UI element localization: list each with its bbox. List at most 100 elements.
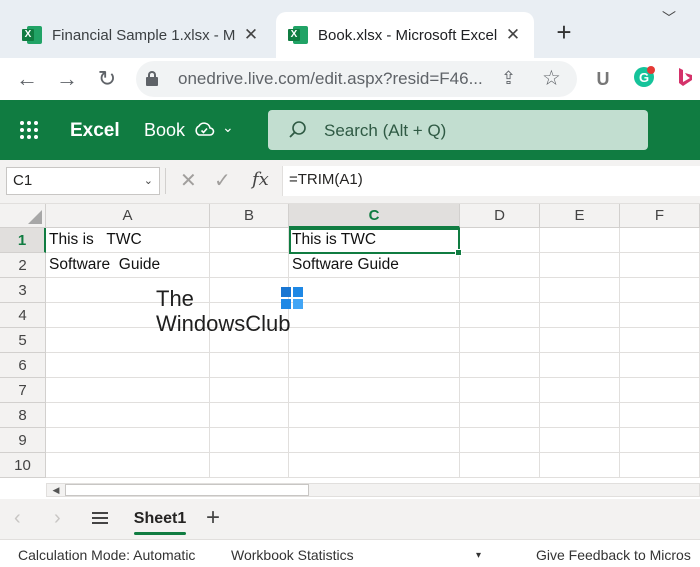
cell-c9[interactable] [289, 428, 460, 453]
cell-e7[interactable] [540, 378, 620, 403]
address-bar[interactable]: onedrive.live.com/edit.aspx?resid=F46...… [136, 61, 577, 97]
cell-a1[interactable]: This is TWC [46, 228, 210, 253]
row-header-7[interactable]: 7 [0, 378, 46, 403]
extension-u-icon[interactable]: U [590, 66, 616, 92]
cell-d5[interactable] [460, 328, 540, 353]
cell-a6[interactable] [46, 353, 210, 378]
cell-f2[interactable] [620, 253, 700, 278]
column-header-e[interactable]: E [540, 204, 620, 228]
previous-sheet-icon[interactable]: ‹ [14, 507, 21, 530]
scroll-left-icon[interactable]: ◀ [47, 484, 65, 496]
share-icon[interactable]: ⇪ [501, 68, 516, 89]
row-header-4[interactable]: 4 [0, 303, 46, 328]
sheet-tab-sheet1[interactable]: Sheet1 [124, 499, 196, 539]
cell-e9[interactable] [540, 428, 620, 453]
cell-e3[interactable] [540, 278, 620, 303]
cell-e10[interactable] [540, 453, 620, 478]
column-header-d[interactable]: D [460, 204, 540, 228]
grammarly-extension-icon[interactable]: G [631, 66, 657, 92]
cell-b7[interactable] [210, 378, 289, 403]
cell-f1[interactable] [620, 228, 700, 253]
cell-f5[interactable] [620, 328, 700, 353]
cell-c10[interactable] [289, 453, 460, 478]
close-tab-icon[interactable]: ✕ [504, 25, 522, 45]
back-arrow-icon[interactable]: ← [12, 64, 42, 94]
app-launcher-icon[interactable] [20, 121, 38, 139]
row-header-2[interactable]: 2 [0, 253, 46, 278]
formula-input[interactable]: =TRIM(A1) [282, 166, 700, 196]
cell-b6[interactable] [210, 353, 289, 378]
cell-c2[interactable]: Software Guide [289, 253, 460, 278]
close-tab-icon[interactable]: ✕ [242, 25, 260, 45]
cell-c8[interactable] [289, 403, 460, 428]
new-tab-button[interactable]: + [552, 18, 576, 46]
row-header-1[interactable]: 1 [0, 228, 46, 253]
workbook-title[interactable]: Book [144, 120, 185, 141]
insert-function-icon[interactable]: fx [252, 169, 269, 190]
add-sheet-button[interactable]: + [206, 504, 220, 532]
tab-search-chevron-icon[interactable]: ﹀ [662, 8, 676, 28]
browser-tab-financial-sample[interactable]: X Financial Sample 1.xlsx - Mi ✕ [10, 12, 272, 58]
chevron-down-icon[interactable]: ⌄ [222, 119, 234, 136]
row-header-10[interactable]: 10 [0, 453, 46, 478]
cell-e4[interactable] [540, 303, 620, 328]
cell-d1[interactable] [460, 228, 540, 253]
bookmark-star-icon[interactable]: ☆ [542, 66, 561, 91]
row-header-3[interactable]: 3 [0, 278, 46, 303]
workbook-statistics-button[interactable]: Workbook Statistics [231, 547, 354, 563]
all-sheets-menu-icon[interactable] [88, 506, 112, 530]
row-header-9[interactable]: 9 [0, 428, 46, 453]
browser-tab-book[interactable]: X Book.xlsx - Microsoft Excel ✕ [276, 12, 534, 58]
cell-d4[interactable] [460, 303, 540, 328]
cell-d2[interactable] [460, 253, 540, 278]
column-header-a[interactable]: A [46, 204, 210, 228]
scrollbar-track[interactable]: ◀ [46, 483, 700, 497]
row-header-5[interactable]: 5 [0, 328, 46, 353]
cell-e8[interactable] [540, 403, 620, 428]
cell-b10[interactable] [210, 453, 289, 478]
chevron-down-icon[interactable]: ▾ [476, 550, 481, 561]
cell-e1[interactable] [540, 228, 620, 253]
cell-e5[interactable] [540, 328, 620, 353]
address-url[interactable]: onedrive.live.com/edit.aspx?resid=F46... [178, 69, 483, 89]
saved-status-icon[interactable] [193, 119, 215, 141]
cell-a7[interactable] [46, 378, 210, 403]
feedback-link[interactable]: Give Feedback to Micros [536, 547, 691, 563]
reload-icon[interactable]: ↻ [92, 64, 122, 94]
cell-c7[interactable] [289, 378, 460, 403]
cell-e2[interactable] [540, 253, 620, 278]
cell-c4[interactable] [289, 303, 460, 328]
cell-d9[interactable] [460, 428, 540, 453]
cell-b8[interactable] [210, 403, 289, 428]
cell-f8[interactable] [620, 403, 700, 428]
horizontal-scrollbar[interactable]: ◀ [0, 481, 700, 499]
cell-f6[interactable] [620, 353, 700, 378]
cell-a2[interactable]: Software Guide [46, 253, 210, 278]
chevron-down-icon[interactable]: ⌄ [144, 174, 153, 187]
cell-f4[interactable] [620, 303, 700, 328]
cell-d3[interactable] [460, 278, 540, 303]
cell-f10[interactable] [620, 453, 700, 478]
cell-c6[interactable] [289, 353, 460, 378]
cell-d10[interactable] [460, 453, 540, 478]
cell-c5[interactable] [289, 328, 460, 353]
forward-arrow-icon[interactable]: → [52, 64, 82, 94]
cell-b9[interactable] [210, 428, 289, 453]
next-sheet-icon[interactable]: › [54, 507, 61, 530]
cell-f9[interactable] [620, 428, 700, 453]
name-box[interactable]: C1 ⌄ [6, 167, 160, 195]
search-box[interactable]: Search (Alt + Q) [268, 110, 648, 150]
cell-f7[interactable] [620, 378, 700, 403]
calculation-mode-status[interactable]: Calculation Mode: Automatic [18, 547, 195, 563]
column-header-f[interactable]: F [620, 204, 700, 228]
app-title[interactable]: Excel [70, 120, 120, 142]
cell-e6[interactable] [540, 353, 620, 378]
cell-d6[interactable] [460, 353, 540, 378]
bing-extension-icon[interactable] [672, 66, 698, 92]
cell-b2[interactable] [210, 253, 289, 278]
column-header-c[interactable]: C [289, 204, 460, 228]
cell-a10[interactable] [46, 453, 210, 478]
column-header-b[interactable]: B [210, 204, 289, 228]
cell-c3[interactable] [289, 278, 460, 303]
cell-c1[interactable]: This is TWC [289, 228, 460, 253]
